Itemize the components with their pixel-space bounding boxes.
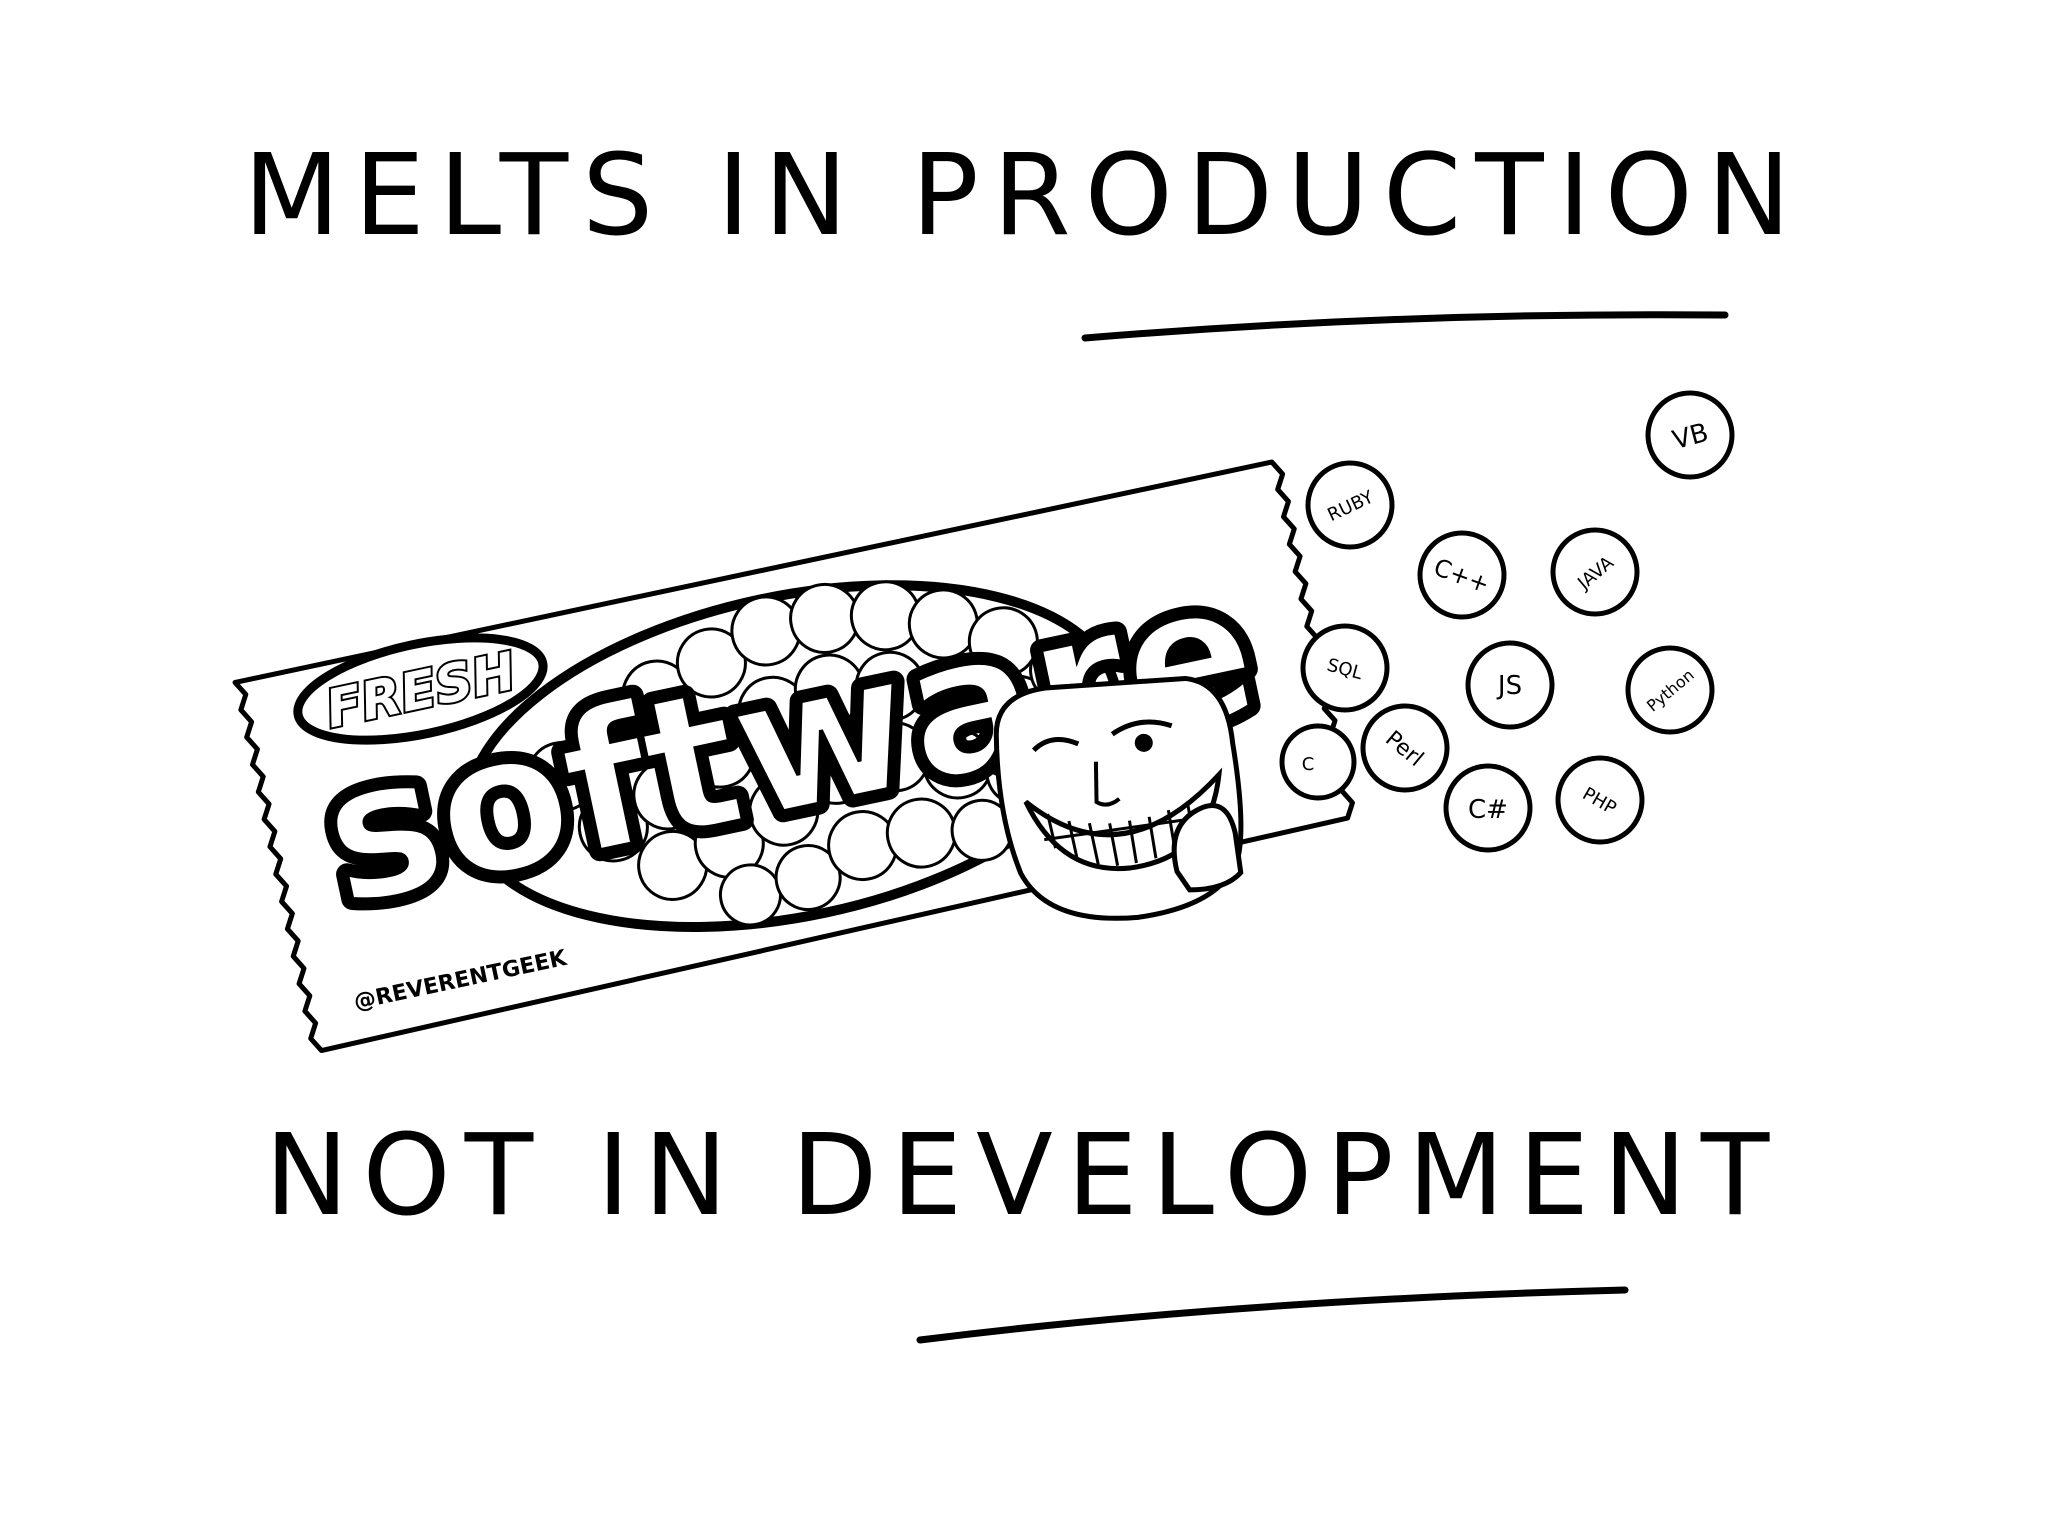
- signature: @REVERENTGEEK: [352, 946, 570, 1016]
- candy-ruby: [1305, 460, 1395, 550]
- underline-development: [916, 1286, 1629, 1344]
- brand-text: software: [305, 537, 1274, 949]
- candy-labels: RUBY VB C++ JAVA SQL JS Python Perl C# P…: [1302, 418, 1712, 825]
- candy-js: [1465, 640, 1555, 730]
- candy-label-perl: Perl: [1380, 726, 1428, 772]
- candy-java: [1550, 527, 1640, 617]
- window-candies: [526, 580, 1093, 927]
- headline-top-prefix: MELTS IN: [243, 131, 862, 261]
- candy-csharp: [1443, 763, 1533, 853]
- troll-face-icon: [993, 675, 1244, 921]
- candy-python: [1625, 645, 1715, 735]
- candy-label-c: C: [1302, 754, 1315, 775]
- candy-label-cpp: C++: [1430, 553, 1493, 599]
- fresh-badge: [293, 633, 548, 745]
- headline-bottom-prefix: NOT IN: [264, 1111, 742, 1241]
- headline-top: MELTS IN PRODUCTION: [0, 140, 2048, 252]
- candy-label-python: Python: [1643, 665, 1698, 715]
- candy-label-sql: SQL: [1325, 655, 1365, 685]
- candy-label-vb: VB: [1669, 418, 1711, 456]
- fresh-badge-text: FRESH: [321, 642, 521, 741]
- headline-bottom: NOT IN DEVELOPMENT: [0, 1120, 2048, 1232]
- candy-cpp: [1417, 530, 1507, 620]
- candy-label-ruby: RUBY: [1324, 486, 1377, 526]
- candy-c: [1279, 723, 1357, 801]
- candy-label-csharp: C#: [1468, 795, 1508, 825]
- loose-candies: [1279, 390, 1735, 853]
- wrapper-outline: [232, 459, 1355, 1054]
- candy-vb: [1645, 390, 1735, 480]
- headline-bottom-emphasis: DEVELOPMENT: [791, 1111, 1784, 1241]
- headline-top-emphasis: PRODUCTION: [911, 131, 1805, 261]
- window-oval: [463, 580, 1123, 933]
- candy-label-php: PHP: [1579, 783, 1620, 819]
- candy-label-js: JS: [1496, 671, 1522, 701]
- candy-sql: [1300, 623, 1390, 713]
- candy-perl: [1360, 703, 1450, 793]
- underline-production: [1081, 311, 1729, 342]
- brand-text-inner: software: [305, 537, 1274, 949]
- candy-wrapper: FRESH software software @REVERENTGEEK: [232, 459, 1355, 1054]
- candy-php: [1555, 755, 1645, 845]
- candy-label-java: JAVA: [1573, 552, 1618, 595]
